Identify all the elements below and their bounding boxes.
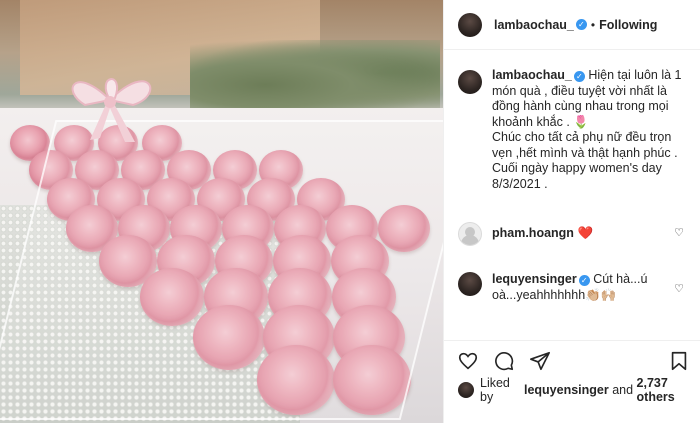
comment-item: lequyensinger ✓ Cút hà...ú oà...yeahhhhhh… [458,272,694,303]
comment-username[interactable]: lequyensinger [492,272,577,286]
caption-text: Hiện tại luôn là 1 món quà , điều tuyệt … [492,68,682,191]
likes-prefix: Liked by [480,376,510,404]
likes-conjunction: and [612,383,634,397]
comment-like-heart-icon[interactable]: ♡ [674,282,684,295]
heart-outline-icon[interactable] [456,349,480,373]
commenter-avatar[interactable] [458,272,482,296]
bookmark-icon[interactable] [667,349,691,373]
speech-bubble-icon[interactable] [492,349,516,373]
photo-ribbon-bow [71,78,152,142]
caption-body: lambaochau_ ✓ Hiện tại luôn là 1 món quà … [492,68,694,192]
post-caption: lambaochau_ ✓ Hiện tại luôn là 1 món quà … [458,68,694,192]
comment-username[interactable]: pham.hoangn [492,226,574,240]
photo-acrylic-box [0,120,443,420]
caption-verified-icon: ✓ [573,71,585,82]
post-photo[interactable] [0,0,443,423]
likes-user[interactable]: lequyensinger [524,383,609,397]
comment-text: ❤️ [577,226,594,240]
liker-avatar[interactable] [458,382,474,398]
following-button[interactable]: Following [599,18,657,32]
post-side-panel: lambaochau_ ✓ • Following lambaochau_ ✓ H… [443,0,700,423]
comment-like-heart-icon[interactable]: ♡ [674,226,684,239]
post-header: lambaochau_ ✓ • Following [444,0,700,50]
author-username[interactable]: lambaochau_ [494,18,574,32]
paper-plane-icon[interactable] [528,349,552,373]
header-separator: • [590,17,596,32]
author-avatar[interactable] [458,12,482,37]
commenter-avatar[interactable] [458,222,482,246]
caption-author-avatar[interactable] [458,70,482,94]
caption-username[interactable]: lambaochau_ [492,68,572,82]
comment-body: lequyensinger ✓ Cút hà...ú oà...yeahhhhhh… [492,272,667,303]
comment-verified-icon: ✓ [578,275,590,286]
post-action-bar [444,340,700,380]
comment-body: pham.hoangn ❤️ [492,222,667,246]
likes-others-link[interactable]: 2,737 others [637,376,700,404]
comment-item: pham.hoangn ❤️ ♡ [458,222,694,246]
likes-summary: Liked by lequyensinger and 2,737 others [458,376,700,404]
verified-badge-icon: ✓ [575,19,587,30]
